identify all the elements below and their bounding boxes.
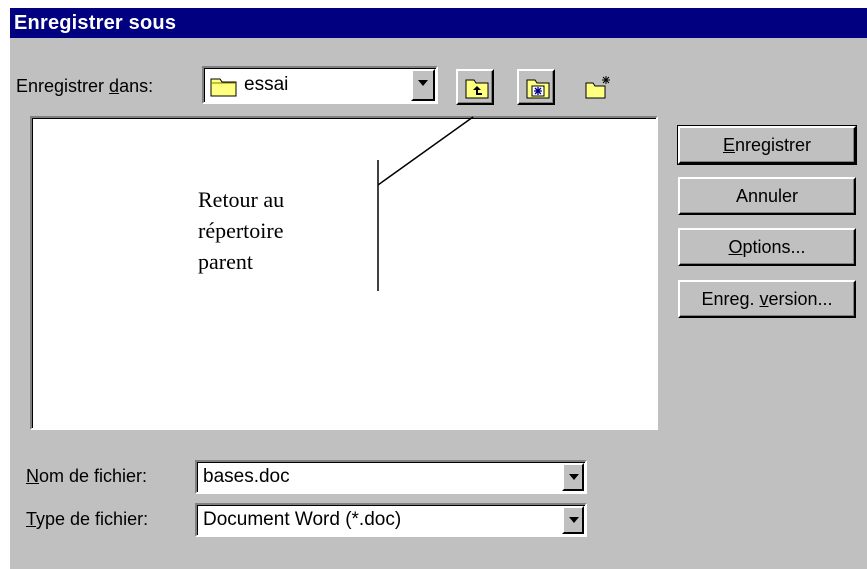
file-name-label: Nom de fichier: xyxy=(26,466,148,486)
chevron-down-icon[interactable] xyxy=(562,463,584,491)
file-name-input[interactable]: bases.doc xyxy=(195,460,587,494)
cancel-button[interactable]: Annuler xyxy=(678,177,856,215)
save-button[interactable]: Enregistrer xyxy=(677,125,857,165)
file-type-value: Document Word (*.doc) xyxy=(203,509,402,530)
file-name-value: bases.doc xyxy=(203,466,290,487)
save-as-dialog: Enregistrer sous Enregistrer dans: essai xyxy=(10,8,867,569)
file-type-label: Type de fichier: xyxy=(26,509,149,529)
chevron-down-icon[interactable] xyxy=(562,506,584,534)
options-button[interactable]: Options... xyxy=(678,228,856,266)
file-type-dropdown[interactable]: Document Word (*.doc) xyxy=(195,503,587,537)
save-version-button[interactable]: Enreg. version... xyxy=(678,280,856,318)
